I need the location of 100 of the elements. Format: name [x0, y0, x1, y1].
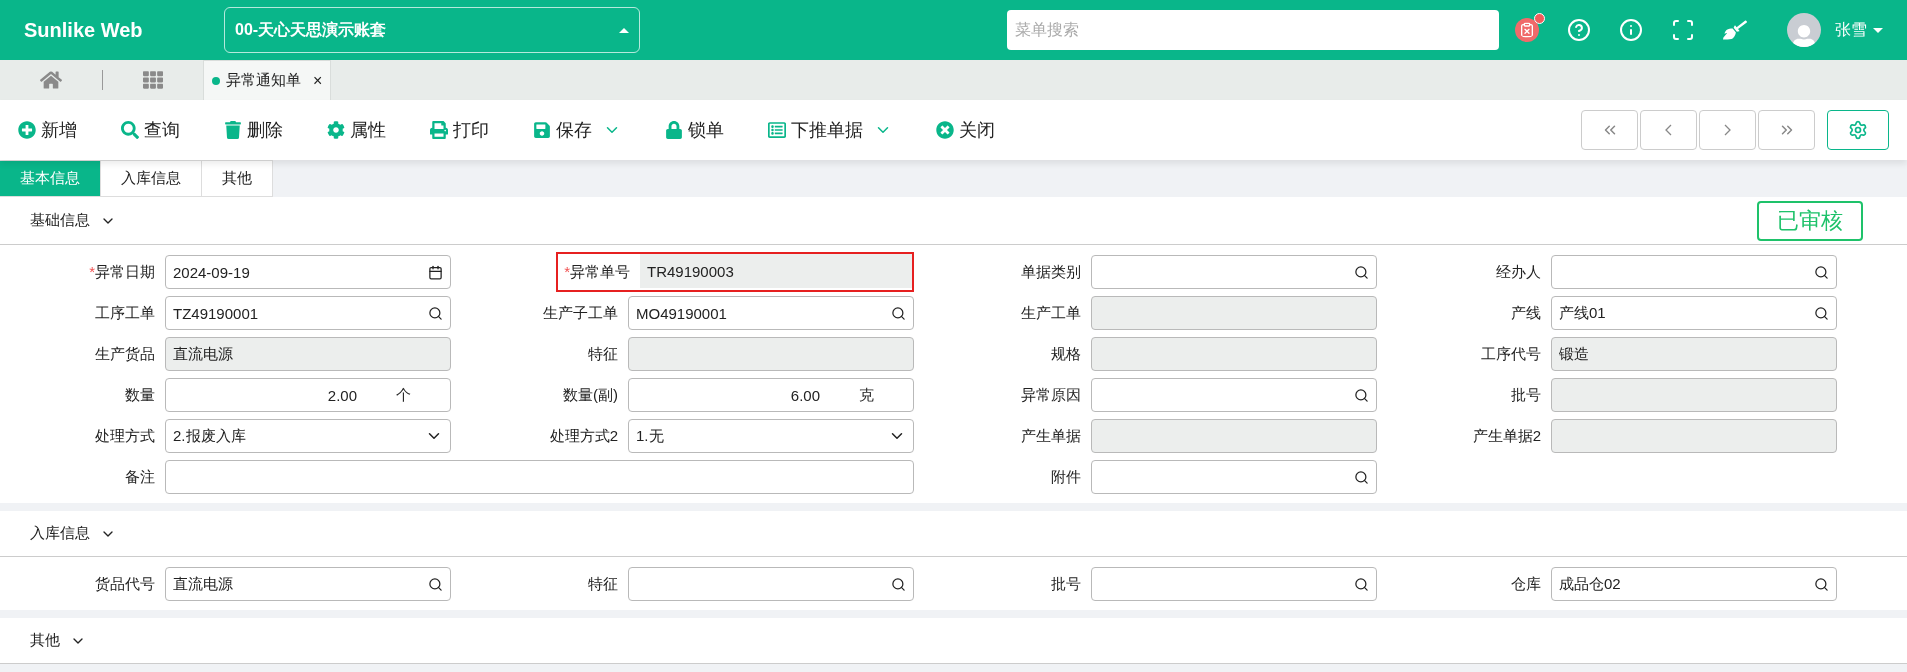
field-label: 产生单据2 [1471, 426, 1542, 446]
last-button[interactable] [1758, 110, 1815, 150]
open-tab[interactable]: 异常通知单 × [203, 60, 332, 100]
close-icon[interactable]: × [313, 71, 323, 90]
toolbar-button[interactable]: 锁单 [665, 118, 724, 142]
toolbar-button[interactable]: 保存 [533, 118, 621, 142]
search-icon [1814, 305, 1829, 321]
search-icon [121, 121, 139, 139]
close-icon [936, 121, 954, 139]
home-icon[interactable] [40, 69, 62, 91]
caret-icon [619, 27, 629, 33]
field-label: 批号 [1050, 574, 1082, 594]
section-toggle[interactable]: 入库信息 [30, 524, 116, 543]
field-label: 特征 [587, 344, 619, 364]
field-label: 产线 [1510, 303, 1542, 323]
broom-icon[interactable] [1723, 18, 1747, 42]
input-field[interactable]: TZ49190001 [165, 296, 451, 330]
avatar[interactable] [1787, 13, 1821, 47]
input-field[interactable]: 成品仓02 [1551, 567, 1837, 601]
field-label: 数量(副) [562, 385, 619, 405]
input-field[interactable] [1551, 255, 1837, 289]
toolbar-button[interactable]: 新增 [18, 118, 77, 142]
input-field[interactable]: 产线01 [1551, 296, 1837, 330]
field-label: 仓库 [1510, 574, 1542, 594]
fullscreen-icon[interactable] [1671, 18, 1695, 42]
printer-icon [430, 121, 448, 139]
input-field[interactable] [628, 567, 914, 601]
gear-icon [327, 121, 345, 139]
field-label: 生产子工单 [542, 303, 619, 323]
input-field[interactable]: 直流电源 [165, 567, 451, 601]
input-field[interactable]: 2024-09-19 [165, 255, 451, 289]
field-label: 特征 [587, 574, 619, 594]
field-label: 工序工单 [94, 303, 156, 323]
toolbar-button[interactable]: 打印 [430, 118, 489, 142]
field-label: 异常原因 [1020, 385, 1082, 405]
first-button[interactable] [1581, 110, 1638, 150]
tab[interactable]: 入库信息 [101, 160, 202, 197]
field-label: 规格 [1050, 344, 1082, 364]
toolbar-button[interactable]: 属性 [327, 118, 386, 142]
search-icon [428, 305, 443, 321]
trash-icon [224, 121, 242, 139]
field-label: 附件 [1050, 467, 1082, 487]
next-button[interactable] [1699, 110, 1756, 150]
field-label: *异常单号 [563, 262, 631, 282]
search-icon [428, 576, 443, 592]
help-icon[interactable] [1567, 18, 1591, 42]
search-icon [891, 305, 906, 321]
toolbar-button[interactable]: 关闭 [936, 118, 995, 142]
settings-button[interactable] [1827, 110, 1889, 150]
status-dot [212, 76, 220, 85]
previous-button[interactable] [1640, 110, 1697, 150]
input-field[interactable]: 6.00 克 [628, 378, 914, 412]
app-logo: Sunlike Web [24, 18, 144, 42]
input-field[interactable] [1091, 255, 1377, 289]
input-field[interactable] [1091, 567, 1377, 601]
settings-icon [1848, 120, 1868, 140]
input-field[interactable] [1091, 378, 1377, 412]
search-field[interactable]: 菜单搜索 [1007, 10, 1499, 50]
document-list-icon [768, 121, 786, 139]
field-label: 生产货品 [94, 344, 156, 364]
field-label: 备注 [124, 467, 156, 487]
search-icon [1354, 264, 1369, 280]
field-label: 货品代号 [94, 574, 156, 594]
field-label: 处理方式 [94, 426, 156, 446]
input-field[interactable]: 2.00 个 [165, 378, 451, 412]
field-label: 批号 [1510, 385, 1542, 405]
search-icon [1354, 576, 1369, 592]
field-label: 单据类别 [1020, 262, 1082, 282]
search-icon [1354, 387, 1369, 403]
section-toggle[interactable]: 基础信息 [30, 211, 116, 230]
status-stamp: 已审核 [1757, 200, 1863, 241]
chevron-right-icon [1724, 124, 1731, 136]
search-icon [1354, 469, 1369, 485]
grid-icon[interactable] [143, 70, 163, 90]
select-field[interactable]: 1.无 [628, 419, 914, 453]
lock-icon [665, 121, 683, 139]
search-icon [1814, 264, 1829, 280]
field-label: 处理方式2 [548, 426, 619, 446]
toolbar-button[interactable]: 查询 [121, 118, 180, 142]
field-label: 工序代号 [1480, 344, 1542, 364]
field-label: 生产工单 [1020, 303, 1082, 323]
field-label: 数量 [124, 385, 156, 405]
calendar-icon [428, 264, 443, 280]
toolbar-button[interactable]: 删除 [224, 118, 283, 142]
input-field[interactable]: MO49190001 [628, 296, 914, 330]
info-icon[interactable] [1619, 18, 1643, 42]
select-field[interactable]: 2.报废入库 [165, 419, 451, 453]
field-label: *异常日期 [88, 262, 156, 282]
input-field[interactable] [1091, 460, 1377, 494]
field-label: 经办人 [1495, 262, 1542, 282]
section-toggle[interactable]: 其他 [30, 631, 86, 650]
clipboard-icon[interactable] [1515, 18, 1539, 42]
tab-label: 异常通知单 [226, 71, 301, 90]
search-icon [1814, 576, 1829, 592]
search-icon [891, 576, 906, 592]
tab[interactable]: 其他 [202, 160, 273, 197]
field-label: 产生单据 [1020, 426, 1082, 446]
chevron-left-icon [1665, 124, 1672, 136]
toolbar-button[interactable]: 下推单据 [768, 118, 892, 142]
input-field[interactable] [165, 460, 914, 494]
